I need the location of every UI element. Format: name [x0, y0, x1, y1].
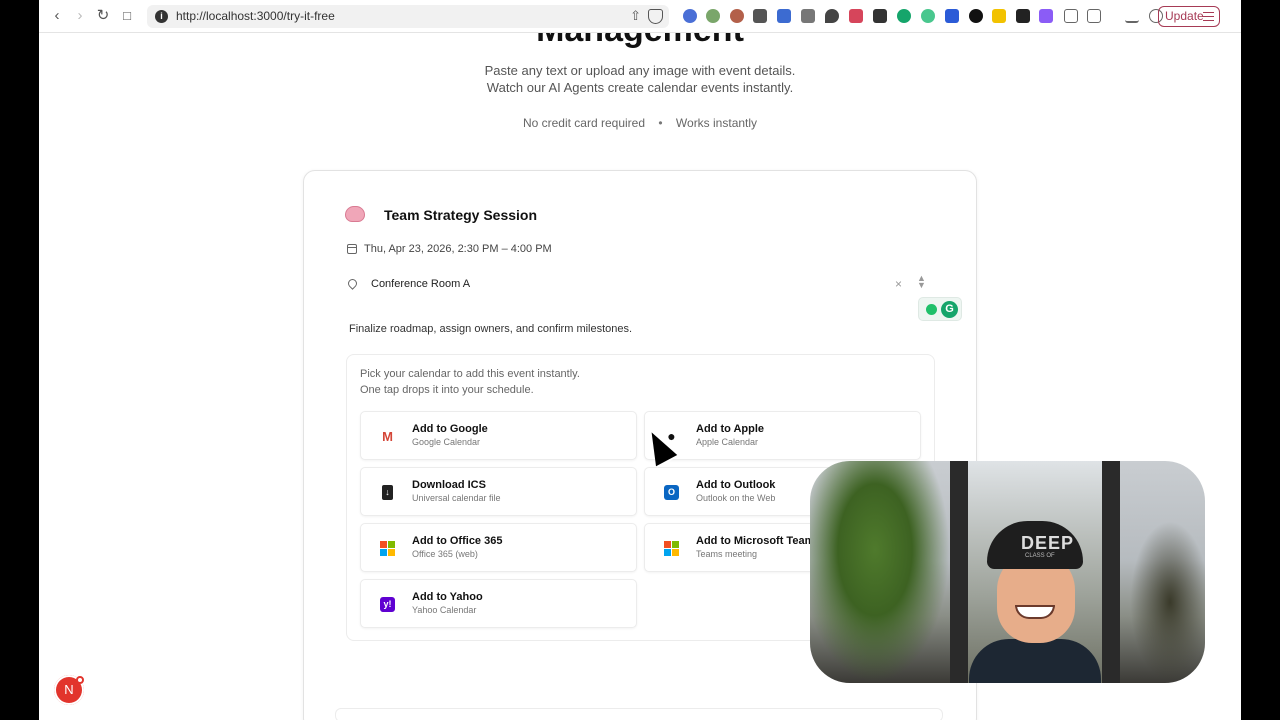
picker-instruction-line2: One tap drops it into your schedule.	[360, 384, 534, 396]
bookmark-icon[interactable]: □	[117, 6, 137, 26]
add-to-apple-button[interactable]: ● Add to Apple Apple Calendar	[644, 411, 921, 460]
add-to-google-button[interactable]: M Add to Google Google Calendar	[360, 411, 637, 460]
extension-icon[interactable]	[1039, 9, 1053, 23]
option-subtitle: Outlook on the Web	[696, 493, 776, 503]
microsoft-icon	[380, 541, 395, 556]
event-description[interactable]: Finalize roadmap, assign owners, and con…	[349, 323, 632, 335]
hero-meta: No credit card required • Works instantl…	[39, 116, 1241, 130]
video-window-frame	[950, 461, 968, 683]
option-subtitle: Yahoo Calendar	[412, 605, 477, 615]
reload-icon[interactable]: ↻	[93, 6, 113, 26]
meta-no-credit-card: No credit card required	[522, 116, 646, 130]
microsoft-icon	[664, 541, 679, 556]
option-title: Add to Yahoo	[412, 591, 483, 603]
back-icon[interactable]: ‹	[47, 6, 67, 26]
update-button[interactable]: Update	[1158, 6, 1220, 27]
video-palm-plant	[810, 461, 950, 683]
brave-shield-icon[interactable]	[648, 9, 663, 24]
option-subtitle: Office 365 (web)	[412, 549, 478, 559]
download-ics-button[interactable]: ↓ Download ICS Universal calendar file	[360, 467, 637, 516]
picker-instruction-line1: Pick your calendar to add this event ins…	[360, 368, 580, 380]
hero-subtitle-line2: Watch our AI Agents create calendar even…	[486, 80, 794, 95]
grammarly-widget[interactable]: G	[918, 297, 962, 321]
forward-icon[interactable]: ›	[70, 6, 90, 26]
chevron-updown-icon[interactable]: ▲ ▼	[917, 274, 926, 290]
extension-icon[interactable]	[683, 9, 697, 23]
grammarly-icon[interactable]	[897, 9, 911, 23]
event-title[interactable]: Team Strategy Session	[384, 207, 537, 223]
video-plant	[1130, 521, 1205, 683]
add-to-yahoo-button[interactable]: y! Add to Yahoo Yahoo Calendar	[360, 579, 637, 628]
extension-icon[interactable]	[1087, 9, 1101, 23]
option-title: Add to Outlook	[696, 479, 776, 491]
extension-icon[interactable]	[873, 9, 887, 23]
option-title: Add to Microsoft Teams	[696, 535, 821, 547]
extension-icon[interactable]	[753, 9, 767, 23]
file-download-icon: ↓	[382, 485, 393, 500]
meta-separator-dot: •	[658, 116, 663, 130]
option-title: Add to Apple	[696, 423, 765, 435]
option-title: Add to Office 365	[412, 535, 503, 547]
extension-icon[interactable]	[777, 9, 791, 23]
location-pin-icon	[346, 277, 359, 290]
outlook-icon: O	[664, 485, 679, 500]
presenter-cap: DEEP CLASS OF	[987, 521, 1083, 569]
calendar-icon	[347, 244, 357, 254]
extension-icon[interactable]	[730, 9, 744, 23]
address-bar[interactable]: i http://localhost:3000/try-it-free ⇧	[147, 5, 669, 28]
meta-works-instantly: Works instantly	[675, 116, 758, 130]
presenter-shirt	[969, 639, 1101, 683]
grammarly-icon[interactable]: G	[941, 301, 958, 318]
next-card-edge	[335, 708, 943, 720]
extension-icon[interactable]	[1016, 9, 1030, 23]
site-info-icon[interactable]: i	[155, 10, 168, 23]
download-icon[interactable]	[1125, 9, 1139, 23]
clear-icon[interactable]: ×	[895, 277, 902, 291]
hero-subtitle-line1: Paste any text or upload any image with …	[484, 63, 796, 78]
webcam-overlay: DEEP CLASS OF	[810, 461, 1205, 683]
option-subtitle: Universal calendar file	[412, 493, 501, 503]
gmail-icon: M	[382, 429, 393, 444]
video-window-frame	[1102, 461, 1120, 683]
cap-logo-text: DEEP	[1021, 533, 1075, 553]
brain-icon	[345, 206, 365, 222]
extension-icon[interactable]	[801, 9, 815, 23]
lightbulb-icon[interactable]	[926, 304, 937, 315]
extension-icon[interactable]	[945, 9, 959, 23]
event-datetime[interactable]: Thu, Apr 23, 2026, 2:30 PM – 4:00 PM	[364, 243, 552, 255]
extension-icon[interactable]	[849, 9, 863, 23]
update-label: Update	[1165, 9, 1204, 23]
add-to-office365-button[interactable]: Add to Office 365 Office 365 (web)	[360, 523, 637, 572]
option-subtitle: Apple Calendar	[696, 437, 759, 447]
extension-icon[interactable]	[992, 9, 1006, 23]
extension-icon[interactable]	[706, 9, 720, 23]
extension-icon[interactable]	[825, 9, 839, 23]
option-subtitle: Teams meeting	[696, 549, 758, 559]
extension-icon[interactable]	[969, 9, 983, 23]
browser-toolbar: ‹ › ↻ □ i http://localhost:3000/try-it-f…	[39, 0, 1241, 33]
menu-icon	[1203, 12, 1214, 21]
extension-icon[interactable]	[921, 9, 935, 23]
url-text[interactable]: http://localhost:3000/try-it-free	[176, 9, 335, 23]
event-location-input[interactable]: Conference Room A	[371, 278, 470, 290]
yahoo-icon: y!	[380, 597, 395, 612]
option-title: Add to Google	[412, 423, 488, 435]
option-title: Download ICS	[412, 479, 486, 491]
cap-sub-text: CLASS OF	[1025, 553, 1055, 559]
share-icon[interactable]: ⇧	[630, 8, 641, 24]
option-subtitle: Google Calendar	[412, 437, 481, 447]
nextjs-dev-indicator-dot	[76, 676, 84, 684]
page-heading: Management	[39, 33, 1241, 50]
video-presenter: DEEP CLASS OF	[969, 521, 1101, 683]
extensions-puzzle-icon[interactable]	[1064, 9, 1078, 23]
